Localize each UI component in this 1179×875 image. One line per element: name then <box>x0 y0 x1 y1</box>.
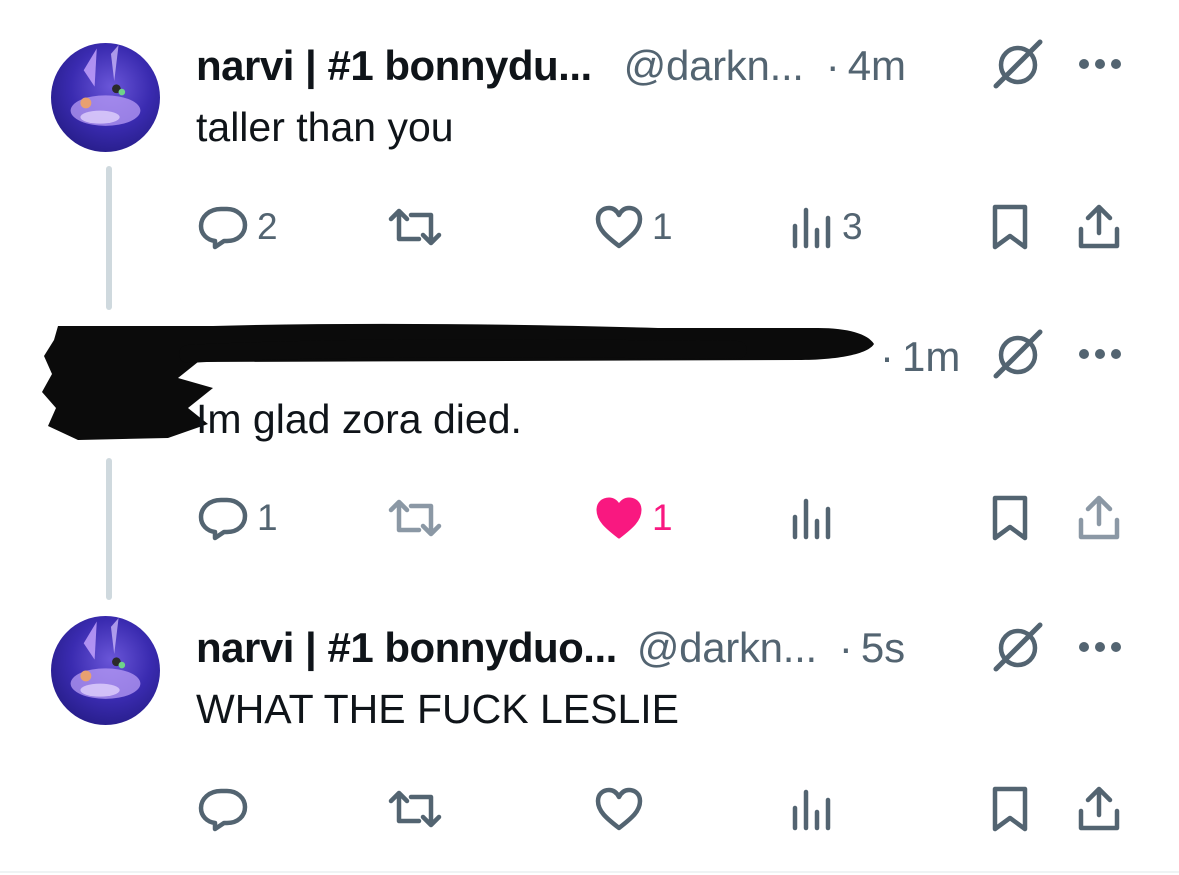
retweet-button[interactable] <box>385 781 453 837</box>
tweet-header: · 1m <box>880 333 960 381</box>
views-icon <box>792 207 831 249</box>
reply-icon <box>198 497 248 541</box>
like-count: 1 <box>652 206 673 247</box>
grok-icon[interactable] <box>992 38 1044 90</box>
tweet-text: WHAT THE FUCK LESLIE <box>196 686 679 732</box>
avatar[interactable] <box>51 616 160 725</box>
share-icon <box>1078 786 1120 831</box>
views-icon <box>792 498 831 540</box>
retweet-icon <box>388 790 442 828</box>
timestamp[interactable]: 1m <box>902 333 960 381</box>
bookmark-button[interactable] <box>990 781 1030 837</box>
separator: · <box>880 333 894 380</box>
tweet-text: taller than you <box>196 104 454 150</box>
heart-icon <box>595 205 643 249</box>
tweet-header: narvi | #1 bonnyduo... @darkn... · 5s <box>196 624 905 672</box>
bookmark-button[interactable] <box>990 490 1030 546</box>
action-bar: 1 1 <box>0 490 1179 546</box>
heart-filled-icon <box>596 497 642 539</box>
views-button[interactable]: 3 <box>790 199 863 255</box>
bottom-divider <box>0 871 1179 873</box>
display-name[interactable]: narvi | #1 bonnydu... <box>196 42 592 90</box>
share-button[interactable] <box>1076 490 1122 546</box>
like-button[interactable]: 1 <box>594 199 673 255</box>
like-count: 1 <box>652 497 673 538</box>
reply-icon <box>198 206 248 250</box>
action-bar: 2 1 3 <box>0 199 1179 255</box>
heart-icon <box>595 787 643 831</box>
tweet[interactable]: narvi | #1 bonnyduo... @darkn... · 5s WH… <box>0 595 1179 870</box>
handle[interactable]: @darkn... <box>637 624 817 672</box>
share-button[interactable] <box>1076 781 1122 837</box>
reply-button[interactable]: 1 <box>197 490 278 546</box>
tweet-header: narvi | #1 bonnydu... @darkn... · 4m <box>196 42 906 90</box>
like-button[interactable] <box>594 781 652 837</box>
retweet-button[interactable] <box>385 490 453 546</box>
bookmark-icon <box>992 786 1028 832</box>
bookmark-icon <box>992 495 1028 541</box>
action-bar <box>0 781 1179 837</box>
reply-icon <box>198 788 248 832</box>
reply-count: 2 <box>257 206 278 247</box>
bookmark-icon <box>992 204 1028 250</box>
like-button[interactable]: 1 <box>594 490 673 546</box>
tweet-text: Im glad zora died. <box>196 396 522 442</box>
retweet-icon <box>388 208 442 246</box>
tweet[interactable]: · 1m Im glad zora died. 1 1 <box>0 300 1179 595</box>
retweet-button[interactable] <box>385 199 453 255</box>
more-icon[interactable] <box>1077 56 1123 72</box>
share-button[interactable] <box>1076 199 1122 255</box>
views-button[interactable] <box>790 490 842 546</box>
display-name[interactable]: narvi | #1 bonnyduo... <box>196 624 617 672</box>
grok-icon[interactable] <box>992 621 1044 673</box>
avatar[interactable] <box>51 43 160 152</box>
separator: · <box>825 42 840 89</box>
timestamp[interactable]: 5s <box>861 624 905 672</box>
reply-button[interactable] <box>197 781 257 837</box>
timestamp[interactable]: 4m <box>848 42 906 90</box>
bookmark-button[interactable] <box>990 199 1030 255</box>
views-button[interactable] <box>790 781 842 837</box>
view-count: 3 <box>842 206 863 247</box>
separator: · <box>838 624 853 671</box>
views-icon <box>792 789 831 831</box>
grok-icon[interactable] <box>992 328 1044 380</box>
reply-button[interactable]: 2 <box>197 199 278 255</box>
more-icon[interactable] <box>1077 639 1123 655</box>
more-icon[interactable] <box>1077 346 1123 362</box>
share-icon <box>1078 204 1120 249</box>
share-icon <box>1078 495 1120 540</box>
tweet[interactable]: narvi | #1 bonnydu... @darkn... · 4m tal… <box>0 0 1179 300</box>
handle[interactable]: @darkn... <box>624 42 804 90</box>
retweet-icon <box>388 499 442 537</box>
reply-count: 1 <box>257 497 278 538</box>
